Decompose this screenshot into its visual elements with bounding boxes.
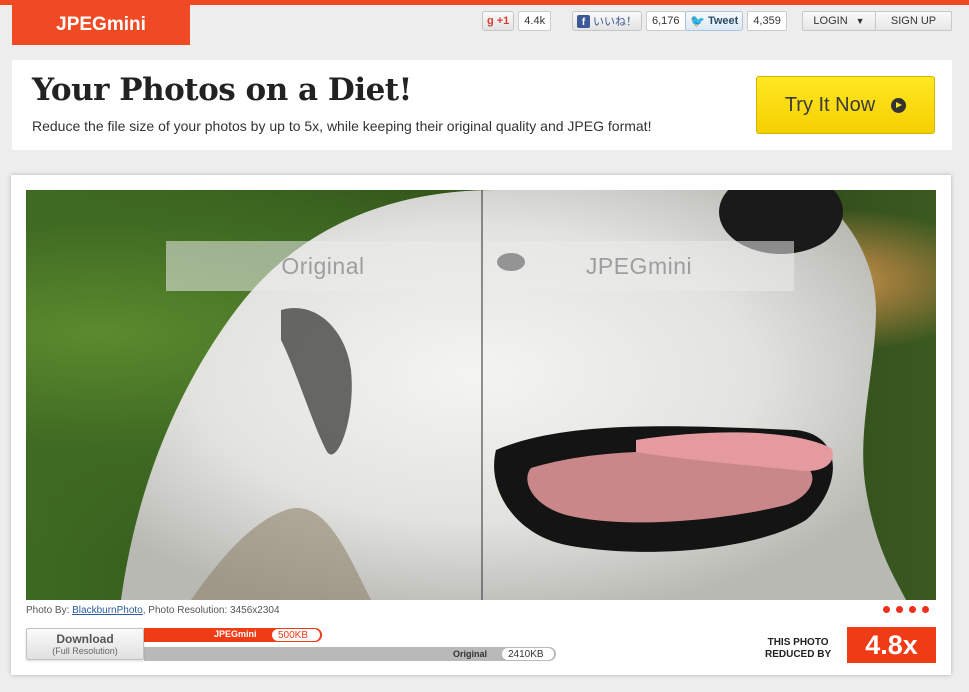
- slide-dot-3[interactable]: [909, 606, 916, 613]
- tweet-count: 4,359: [747, 11, 787, 31]
- try-it-now-label: Try It Now: [784, 93, 876, 116]
- credit-author-link[interactable]: BlackburnPhoto: [72, 605, 143, 616]
- slide-dot-1[interactable]: [883, 606, 890, 613]
- comparison-photo[interactable]: Original JPEGmini: [26, 190, 936, 600]
- photo-credit: Photo By: BlackburnPhoto, Photo Resoluti…: [26, 605, 280, 616]
- credit-suffix: , Photo Resolution: 3456x2304: [142, 605, 280, 616]
- slide-dot-2[interactable]: [896, 606, 903, 613]
- credit-prefix: Photo By:: [26, 605, 70, 616]
- twitter-bird-icon: 🐦: [690, 14, 705, 28]
- tweet-button[interactable]: 🐦 Tweet: [685, 11, 744, 31]
- logo[interactable]: JPEGmini: [12, 5, 190, 45]
- slide-dot-4[interactable]: [922, 606, 929, 613]
- facebook-widget[interactable]: f いいね！ 6,176: [572, 11, 686, 31]
- twitter-widget[interactable]: 🐦 Tweet 4,359: [685, 11, 787, 31]
- facebook-count: 6,176: [646, 11, 686, 31]
- try-it-now-button[interactable]: Try It Now: [756, 76, 935, 134]
- slide-dots: [883, 606, 929, 613]
- original-size-value: 2410KB: [502, 648, 554, 660]
- comparison-panel: Original JPEGmini Photo By: BlackburnPho…: [11, 175, 951, 675]
- download-label: Download: [56, 632, 114, 646]
- original-size-label: Original: [453, 649, 488, 659]
- jpegmini-size-bar: JPEGmini 500KB: [144, 628, 322, 642]
- auth-buttons: LOGIN ▼ SIGN UP: [802, 11, 952, 31]
- original-label: Original: [166, 241, 480, 291]
- reduction-caption-line1: THIS PHOTO: [767, 637, 829, 648]
- download-sublabel: (Full Resolution): [52, 646, 118, 656]
- tweet-label: Tweet: [707, 15, 739, 27]
- reduction-ratio-badge: 4.8x: [847, 627, 936, 663]
- gplus-widget[interactable]: g +1 4.4k: [482, 11, 552, 31]
- login-label: LOGIN: [813, 15, 848, 27]
- comparison-divider-handle[interactable]: [481, 190, 483, 600]
- facebook-icon: f: [577, 14, 590, 28]
- reduction-caption-line2: REDUCED BY: [765, 649, 832, 660]
- hero-title: Your Photos on a Diet!: [32, 72, 412, 108]
- hero-banner: Your Photos on a Diet! Reduce the file s…: [12, 60, 952, 150]
- facebook-like-label: いいね！: [593, 16, 637, 28]
- gplus-count: 4.4k: [518, 11, 552, 31]
- login-button[interactable]: LOGIN ▼: [802, 11, 876, 31]
- play-icon: [891, 97, 907, 113]
- gplus-icon: g: [487, 15, 494, 27]
- download-button[interactable]: Download (Full Resolution): [26, 628, 144, 660]
- gplus-label: +1: [496, 15, 510, 27]
- reduction-caption: THIS PHOTO REDUCED BY: [765, 637, 831, 661]
- jpegmini-label: JPEGmini: [484, 241, 794, 291]
- signup-button[interactable]: SIGN UP: [876, 11, 952, 31]
- chevron-down-icon: ▼: [855, 16, 865, 26]
- hero-subtitle: Reduce the file size of your photos by u…: [32, 118, 652, 134]
- jpegmini-size-label: JPEGmini: [214, 629, 257, 639]
- gplus-button[interactable]: g +1: [482, 11, 515, 31]
- original-size-bar: Original 2410KB: [144, 647, 556, 661]
- facebook-like-button[interactable]: f いいね！: [572, 11, 642, 31]
- jpegmini-size-value: 500KB: [272, 629, 320, 641]
